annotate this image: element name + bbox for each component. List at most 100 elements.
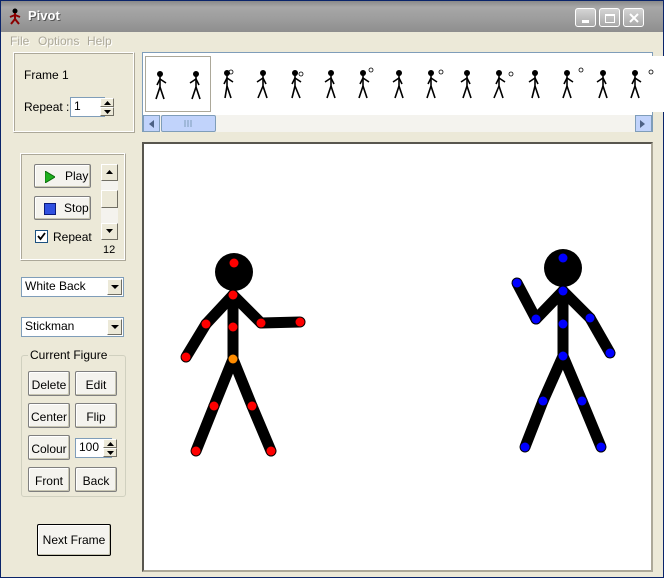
frame-thumbnail[interactable] [349,56,415,112]
speed-up-button[interactable] [101,164,118,181]
pivot-window: Pivot File Options Help Frame 1 Repeat :… [0,0,664,578]
stage-svg [180,249,616,457]
title-bar[interactable]: Pivot [1,1,663,32]
frame-thumbnail[interactable] [213,56,279,112]
thumbnail-stickman [596,70,608,99]
arrow-down-icon [106,229,113,233]
frame-thumbnail[interactable] [485,56,551,112]
play-button[interactable]: Play [34,164,91,188]
frame-repeat-spinner[interactable] [100,98,114,116]
figure-type-select-value: Stickman [25,319,75,333]
arrow-left-icon [149,120,154,128]
frame-panel: Frame 1 Repeat : 1 [13,52,135,133]
arrow-up-icon [104,101,111,105]
maximize-icon [605,14,615,23]
dropdown-arrow-button[interactable] [107,319,122,335]
minimize-icon [582,20,589,23]
thumbnail-stickman [426,70,438,99]
thumbnail-stickman [493,70,506,99]
spin-down-button[interactable] [100,107,114,116]
figure-type-select[interactable]: Stickman [21,317,124,337]
thumbnail-ball [508,71,514,77]
frame-thumbnail-preview [426,69,472,99]
thumbnail-stickman [392,70,404,99]
frame-thumbnail[interactable] [417,56,483,112]
frame-label: Frame 1 [24,68,69,82]
thumbnail-stickman [291,70,302,99]
frame-timeline [142,52,664,132]
thumbnail-ball [368,67,374,73]
stickman-blue-figure[interactable] [511,249,616,453]
edit-button[interactable]: Edit [75,371,117,396]
colour-label: Colour [31,442,67,456]
repeat-label: Repeat : [24,100,70,114]
thumbnail-stickman [460,70,472,99]
thumbnail-stickman [256,70,268,99]
front-button[interactable]: Front [28,467,70,492]
speed-value: 12 [103,244,116,256]
scroll-right-button[interactable] [635,115,652,132]
play-label: Play [65,169,89,183]
colour-button[interactable]: Colour [28,435,70,460]
minimize-button[interactable] [575,8,596,27]
frame-thumbnail-preview [630,69,654,99]
arrow-right-icon [640,120,645,128]
menu-file[interactable]: File [10,34,29,48]
maximize-button[interactable] [599,8,620,27]
center-label: Center [30,410,68,424]
repeat-checkbox-label: Repeat [53,230,92,244]
stickman-app-icon [9,8,21,25]
thumbnail-stickman [324,70,336,99]
animation-canvas[interactable] [142,142,653,572]
speed-slider-thumb[interactable] [101,190,118,208]
center-button[interactable]: Center [28,403,70,428]
current-figure-legend: Current Figure [28,348,110,362]
menu-bar: File Options Help [1,32,663,50]
spin-up-button[interactable] [103,439,117,448]
spin-down-button[interactable] [103,448,117,457]
thumbnail-stickman [528,70,540,99]
front-label: Front [34,474,63,488]
frame-thumbnail-preview [291,70,336,99]
speed-slider[interactable] [101,164,118,240]
scroll-left-button[interactable] [143,115,160,132]
next-frame-label: Next Frame [42,533,106,547]
stop-button[interactable]: Stop [34,196,91,220]
frame-thumbnail[interactable] [145,56,211,112]
thumbnail-ball [648,69,654,75]
frame-thumbnail[interactable] [281,56,347,112]
thumbnail-stickman [358,70,370,99]
timeline-scrollbar[interactable] [143,115,652,132]
frame-thumbnail-preview [562,67,608,99]
delete-button[interactable]: Delete [28,371,70,396]
checkmark-icon [37,232,46,241]
arrow-up-icon [106,170,113,174]
arrow-down-icon [104,110,111,114]
dropdown-arrow-button[interactable] [107,279,122,295]
spin-up-button[interactable] [100,98,114,107]
play-triangle-icon [45,171,55,183]
thumbnail-stickman [189,71,201,100]
frame-thumbnail-preview [358,67,404,99]
close-button[interactable] [623,8,644,27]
speed-down-button[interactable] [101,223,118,240]
flip-button[interactable]: Flip [75,403,117,428]
window-title: Pivot [28,8,60,23]
origin-joint[interactable] [228,354,238,364]
arrow-up-icon [107,442,114,446]
frame-thumbnail-preview [223,69,268,99]
thumbnail-stickman [630,70,642,99]
colour-value-spinner[interactable] [103,439,117,457]
timeline-scroll-thumb[interactable] [161,115,216,132]
back-button[interactable]: Back [75,467,117,492]
repeat-checkbox[interactable] [35,230,48,243]
chevron-down-icon [111,325,119,329]
menu-help[interactable]: Help [87,34,112,48]
stickman-red-figure[interactable] [180,253,306,457]
delete-label: Delete [31,378,67,392]
menu-options[interactable]: Options [38,34,79,48]
frame-thumbnail[interactable] [553,56,619,112]
frame-thumbnail[interactable] [621,56,664,112]
background-select[interactable]: White Back [21,277,124,297]
next-frame-button[interactable]: Next Frame [37,524,111,556]
